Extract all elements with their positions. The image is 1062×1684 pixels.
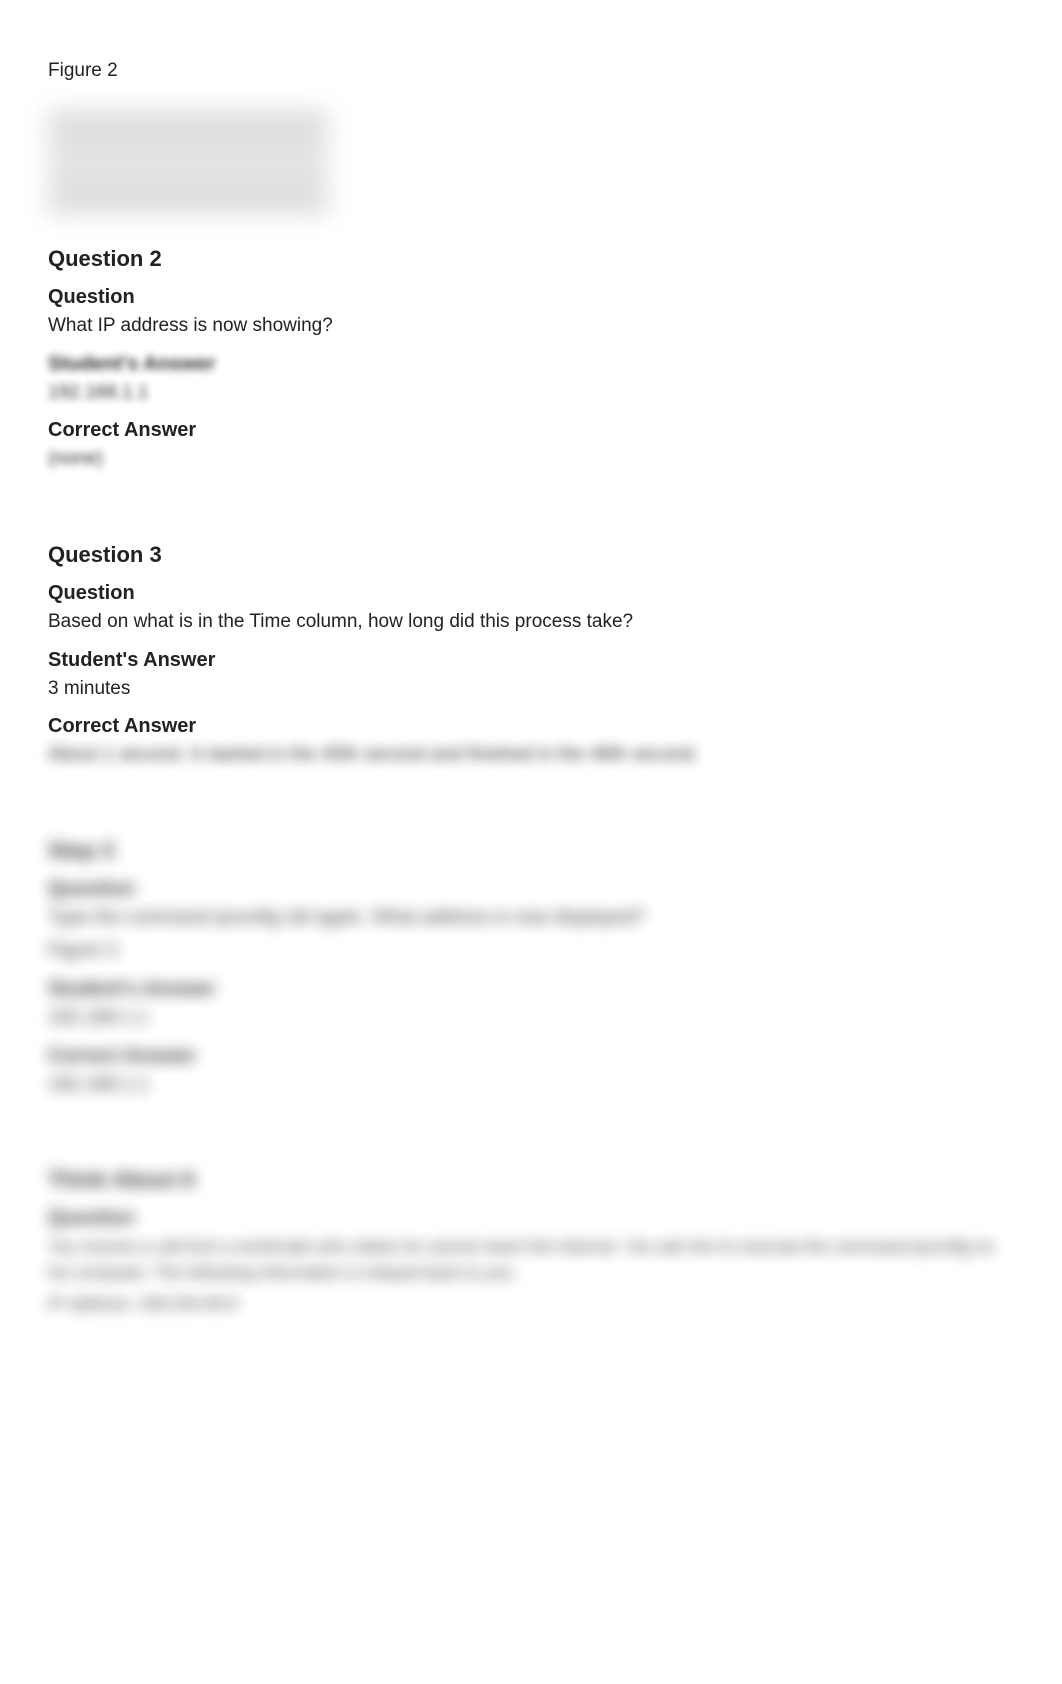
step-3-correct-answer-heading: Correct Answer [48,1045,1014,1068]
question-2-number: Question 2 [48,246,1014,272]
document-page: Figure 2 Question 2 Question What IP add… [0,0,1062,1423]
figure-image-placeholder [48,110,328,214]
question-3-question-heading: Question [48,582,1014,605]
step-3-number: Step 3 [48,838,1014,864]
question-2-correct-answer-text: (none) [48,446,1014,472]
question-3-correct-answer-heading: Correct Answer [48,715,1014,738]
question-3-student-answer-heading: Student's Answer [48,649,1014,672]
think-about-it-number: Think About It [48,1167,1014,1193]
question-2-correct-answer-heading: Correct Answer [48,419,1014,442]
step-3-figure-label: Figure 3 [48,938,1014,964]
question-2-student-answer-heading: Student's Answer [48,353,1014,376]
step-3-student-answer-heading: Student's Answer [48,978,1014,1001]
think-about-it-question-heading: Question [48,1207,1014,1230]
question-2-question-heading: Question [48,286,1014,309]
question-3-student-answer-text: 3 minutes [48,676,1014,702]
step-3-question-heading: Question [48,878,1014,901]
question-3-number: Question 3 [48,542,1014,568]
think-about-it-ip-line: IP address: 169.254.69.6 [48,1291,1014,1317]
question-3-question-text: Based on what is in the Time column, how… [48,609,1014,635]
question-2-student-answer-text: 192.168.1.1 [48,380,1014,406]
question-3-correct-answer-text: About 1 second. It started in the 45th s… [48,742,1014,768]
step-3-question-text: Type the command ipconfig /all again. Wh… [48,905,1014,931]
step-3-correct-answer-text: 192.168.1.1 [48,1072,1014,1098]
step-3-student-answer-text: 192.168.1.1 [48,1005,1014,1031]
think-about-it-question-text: You receive a call from a workmate who s… [48,1234,1014,1285]
figure-label-top: Figure 2 [48,60,1014,82]
question-2-question-text: What IP address is now showing? [48,313,1014,339]
